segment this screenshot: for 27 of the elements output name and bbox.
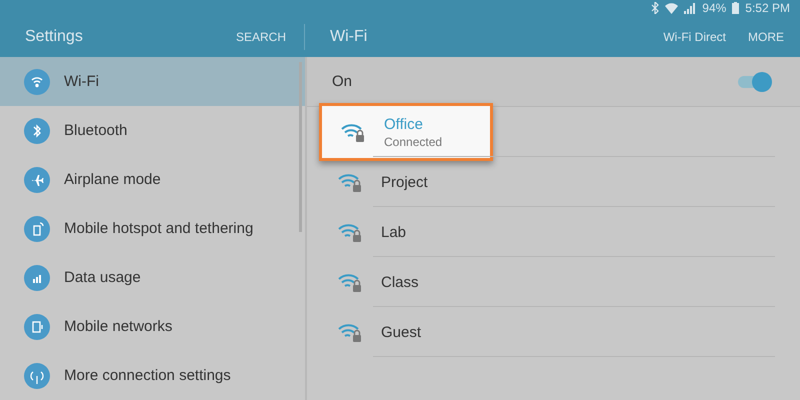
more-icon <box>24 362 50 388</box>
sidebar-item[interactable]: Mobile networks <box>0 302 305 351</box>
settings-title: Settings <box>25 28 83 46</box>
data-icon <box>24 264 50 290</box>
wifi-state-label: On <box>332 73 352 90</box>
sidebar-item[interactable]: Mobile hotspot and tethering <box>0 204 305 253</box>
wifi-icon <box>665 2 678 14</box>
clock-time: 5:52 PM <box>745 1 790 16</box>
mobile-icon <box>24 314 50 340</box>
sidebar-item[interactable]: Bluetooth <box>0 106 305 155</box>
page-title: Wi-Fi <box>330 28 368 46</box>
battery-level: 94% <box>702 1 726 16</box>
bluetooth-icon <box>24 118 50 144</box>
sidebar-item[interactable]: More connection settings <box>0 351 305 400</box>
airplane-icon <box>24 166 50 192</box>
battery-icon <box>732 2 740 14</box>
sidebar-item[interactable]: Data usage <box>0 253 305 302</box>
wifi-icon <box>24 68 50 94</box>
signal-icon <box>684 2 696 14</box>
sidebar-item[interactable]: Wi-Fi <box>0 57 305 106</box>
network-item[interactable]: Office Connected <box>319 103 494 161</box>
network-item[interactable]: Class <box>337 258 800 306</box>
hotspot-icon <box>24 216 50 242</box>
network-item[interactable]: Lab <box>337 208 800 256</box>
sidebar-item[interactable]: Airplane mode <box>0 155 305 204</box>
network-item[interactable]: Guest <box>337 308 800 356</box>
bluetooth-icon <box>651 2 660 14</box>
